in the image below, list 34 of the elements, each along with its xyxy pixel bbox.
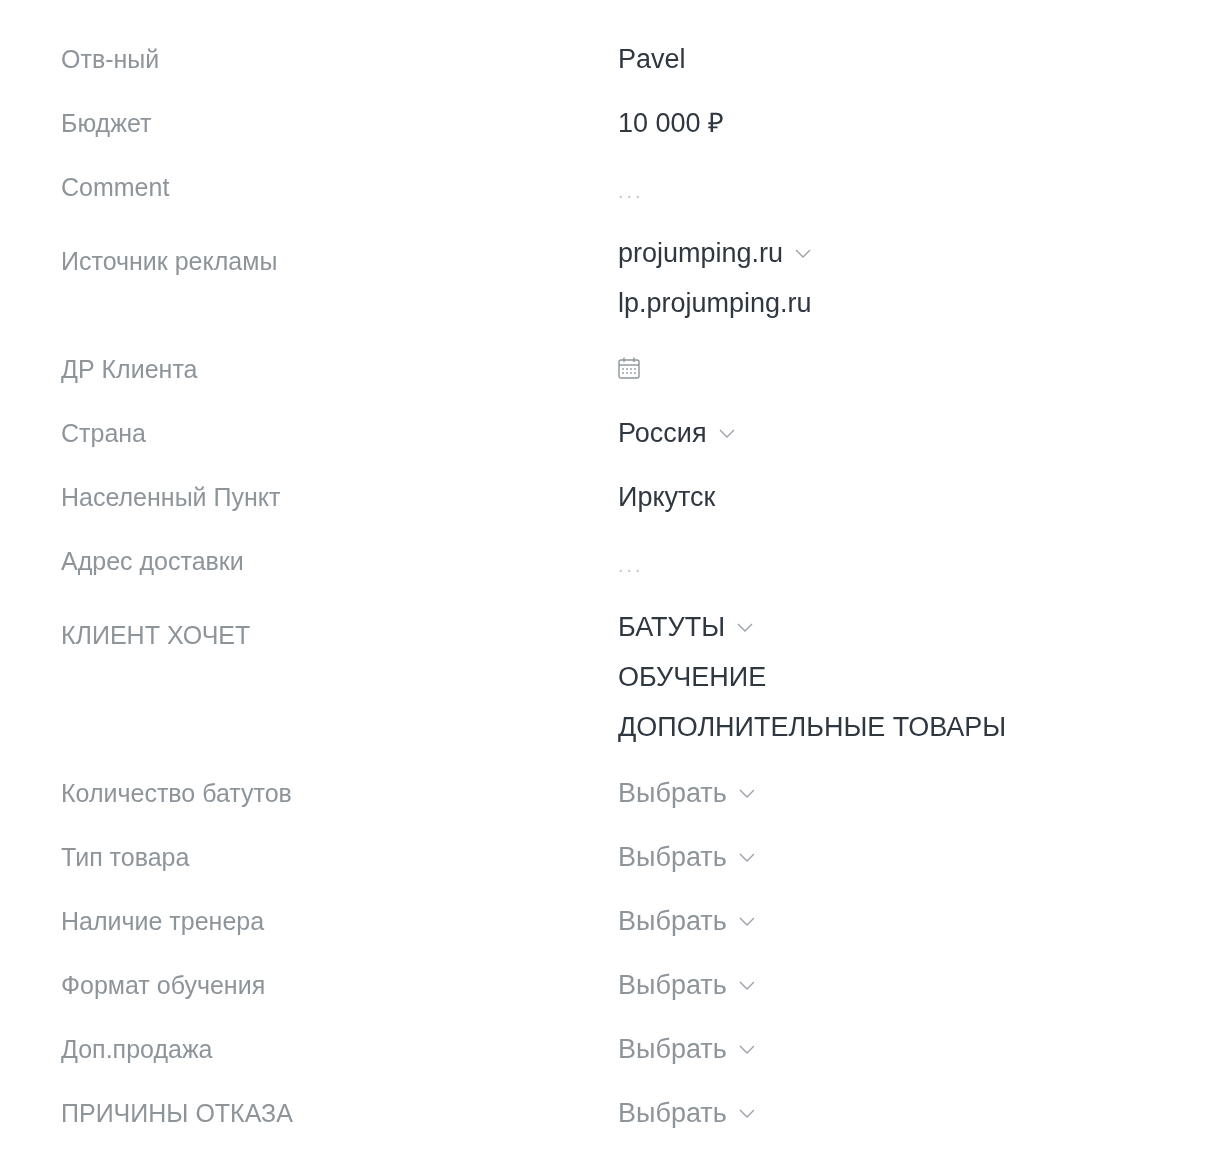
field-label: КЛИЕНТ ХОЧЕТ: [61, 620, 251, 651]
chevron-icon[interactable]: [738, 980, 755, 990]
selected-option[interactable]: projumping.ru: [618, 237, 784, 269]
selected-option[interactable]: БАТУТЫ: [618, 611, 726, 643]
chevron-icon[interactable]: [738, 852, 755, 862]
chevron-icon[interactable]: [738, 1108, 755, 1118]
chevron-icon[interactable]: [738, 788, 755, 798]
field-label: Количество батутов: [61, 778, 292, 809]
field-label: Наличие тренера: [61, 906, 265, 937]
field-label: Доп.продажа: [61, 1034, 213, 1065]
field-label: Страна: [61, 418, 147, 449]
chevron-icon[interactable]: [795, 248, 812, 258]
field-label: Населенный Пункт: [61, 482, 281, 513]
field-value[interactable]: 10 000 ₽: [618, 107, 725, 139]
selected-option[interactable]: lp.projumping.ru: [618, 287, 812, 319]
chevron-icon[interactable]: [737, 622, 754, 632]
field-label: Формат обучения: [61, 970, 266, 1001]
chevron-icon[interactable]: [738, 916, 755, 926]
field-label: Comment: [61, 172, 170, 203]
field-label: Адрес доставки: [61, 546, 244, 577]
field-label: Тип товара: [61, 842, 190, 873]
field-label: Источник рекламы: [61, 246, 278, 277]
selected-option[interactable]: ДОПОЛНИТЕЛЬНЫЕ ТОВАРЫ: [618, 711, 1007, 743]
select-field[interactable]: Россия: [618, 417, 735, 449]
calendar-icon[interactable]: [618, 357, 640, 379]
field-label: Бюджет: [61, 108, 152, 139]
field-label: ДР Клиента: [61, 354, 198, 385]
field-value[interactable]: Pavel: [618, 43, 686, 75]
chevron-icon[interactable]: [718, 428, 735, 438]
field-label: ПРИЧИНЫ ОТКАЗА: [61, 1098, 293, 1129]
selected-option[interactable]: ОБУЧЕНИЕ: [618, 661, 767, 693]
chevron-icon[interactable]: [738, 1044, 755, 1054]
field-value[interactable]: Иркутск: [618, 481, 716, 513]
field-label: Отв-ный: [61, 44, 160, 75]
